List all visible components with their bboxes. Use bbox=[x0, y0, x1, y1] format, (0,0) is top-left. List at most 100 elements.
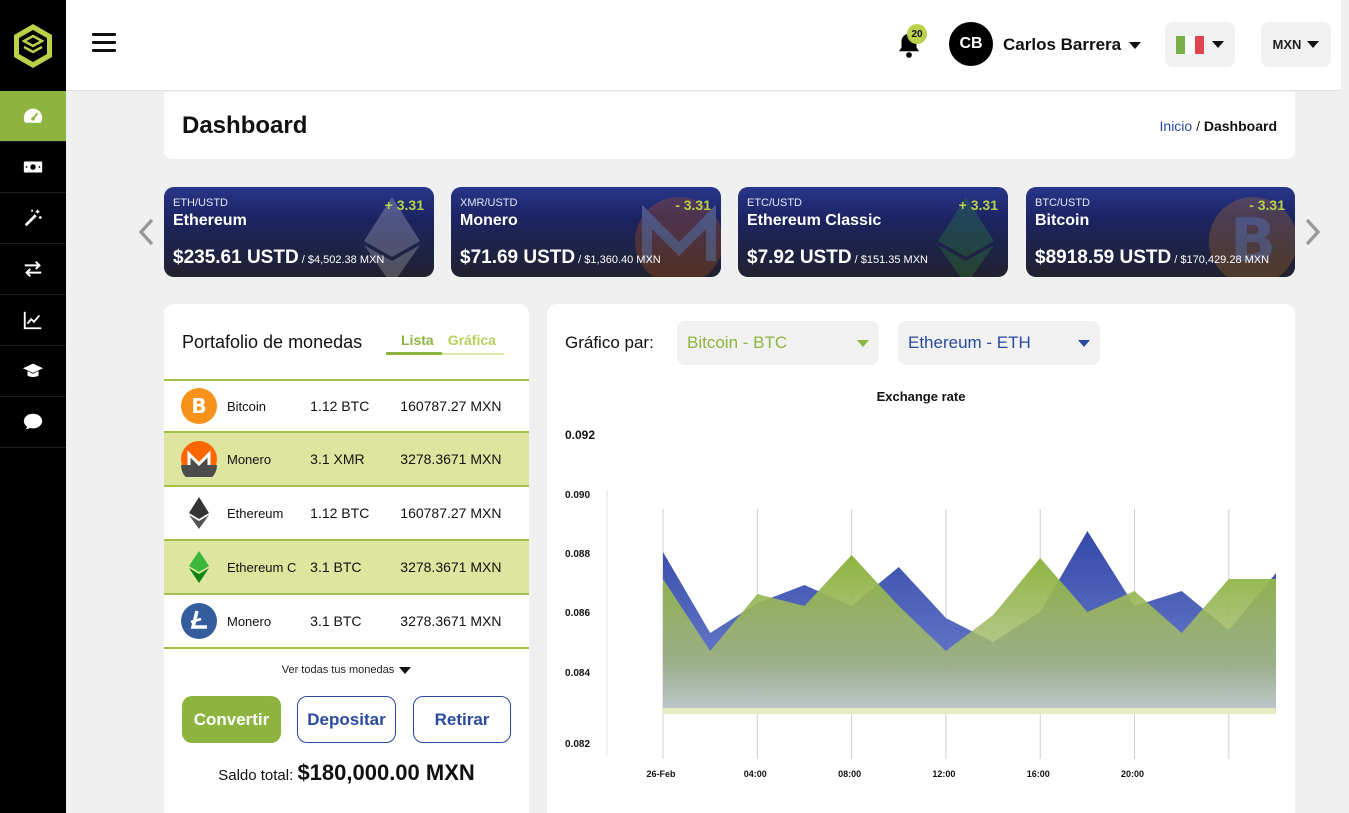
x-tick-label: 08:00 bbox=[838, 769, 861, 779]
withdraw-button[interactable]: Retirar bbox=[413, 696, 511, 743]
list-item[interactable]: Ethereum 1.12 BTC 160787.27 MXN bbox=[164, 487, 529, 541]
chart-baseline bbox=[663, 708, 1276, 714]
tab-chart[interactable]: Gráfica bbox=[441, 332, 504, 355]
currency-label: MXN bbox=[1272, 37, 1302, 52]
money-icon bbox=[23, 161, 43, 173]
ticker-price: $8918.59 USTD / $170,429.28 MXN bbox=[1035, 247, 1269, 269]
chart-title: Exchange rate bbox=[877, 389, 966, 404]
deposit-button[interactable]: Depositar bbox=[297, 696, 396, 743]
coin-amount: 3.1 BTC bbox=[310, 559, 362, 575]
sidebar-item-wallet[interactable] bbox=[0, 142, 66, 193]
coin-amount: 3.1 BTC bbox=[310, 613, 362, 629]
ticker-card-xmr[interactable]: XMR/USTD Monero - 3.31 $71.69 USTD / $1,… bbox=[451, 187, 721, 277]
x-tick-label: 04:00 bbox=[744, 769, 767, 779]
menu-toggle-button[interactable] bbox=[92, 33, 116, 55]
list-item[interactable]: Monero 3.1 XMR 3278.3671 MXN bbox=[164, 433, 529, 487]
litecoin-icon bbox=[181, 603, 217, 639]
ticker-pair: ETH/USTD bbox=[173, 197, 228, 209]
list-item[interactable]: Ethereum C 3.1 BTC 3278.3671 MXN bbox=[164, 541, 529, 595]
sidebar-item-exchange[interactable] bbox=[0, 244, 66, 295]
ethereum-classic-icon bbox=[189, 551, 209, 583]
page-title: Dashboard bbox=[182, 112, 308, 139]
tab-list[interactable]: Lista bbox=[386, 332, 442, 355]
ticker-change: + 3.31 bbox=[958, 197, 998, 213]
bitcoin-icon: B bbox=[181, 388, 217, 424]
ticker-change: + 3.31 bbox=[384, 197, 424, 213]
ticker-name: Monero bbox=[460, 212, 518, 229]
list-item[interactable]: B Bitcoin 1.12 BTC 160787.27 MXN bbox=[164, 379, 529, 433]
chat-bubble-icon bbox=[23, 413, 43, 430]
pair-a-value: Bitcoin - BTC bbox=[687, 333, 788, 352]
sidebar-item-charts[interactable] bbox=[0, 295, 66, 346]
pair-b-select[interactable]: Ethereum - ETH bbox=[898, 321, 1100, 365]
coin-list: B Bitcoin 1.12 BTC 160787.27 MXN Monero … bbox=[164, 379, 529, 649]
portfolio-title: Portafolio de monedas bbox=[182, 332, 363, 352]
ticker-price-mxn: / $4,502.38 MXN bbox=[298, 254, 385, 266]
exchange-chart-card: Gráfico par: Bitcoin - BTC Ethereum - ET… bbox=[547, 304, 1295, 813]
sidebar-item-chat[interactable] bbox=[0, 397, 66, 448]
ticker-price: $235.61 USTD / $4,502.38 MXN bbox=[173, 247, 384, 269]
ticker-card-eth[interactable]: ETH/USTD Ethereum + 3.31 $235.61 USTD / … bbox=[164, 187, 434, 277]
carousel-next-icon[interactable] bbox=[1302, 217, 1322, 247]
balance-amount: $180,000.00 MXN bbox=[297, 760, 475, 785]
user-name: Carlos Barrera bbox=[1003, 35, 1122, 54]
ticker-name: Bitcoin bbox=[1035, 212, 1090, 229]
carousel-prev-icon[interactable] bbox=[137, 217, 157, 247]
y-tick-label: 0.084 bbox=[565, 668, 590, 679]
ticker-change: - 3.31 bbox=[675, 197, 711, 213]
chevron-down-icon bbox=[399, 666, 412, 674]
hexagon-logo-icon bbox=[14, 23, 52, 68]
language-selector[interactable] bbox=[1165, 22, 1235, 67]
list-item[interactable]: Monero 3.1 BTC 3278.3671 MXN bbox=[164, 595, 529, 649]
ticker-pair: BTC/USTD bbox=[1035, 197, 1090, 209]
chart-series-group bbox=[663, 531, 1276, 714]
avatar[interactable]: CB bbox=[949, 22, 993, 66]
notification-badge: 20 bbox=[907, 24, 927, 44]
app-logo[interactable] bbox=[0, 0, 66, 91]
chart-y-ticks: 0.092 0.090 0.088 0.086 0.084 0.082 bbox=[565, 428, 595, 750]
ticker-price-usdt: $71.69 USTD bbox=[460, 247, 576, 268]
ticker-name: Ethereum Classic bbox=[747, 212, 882, 229]
coin-name: Bitcoin bbox=[227, 398, 267, 414]
exchange-arrows-icon bbox=[24, 260, 42, 278]
breadcrumb-home-link[interactable]: Inicio bbox=[1160, 118, 1193, 134]
sidebar-item-dashboard[interactable] bbox=[0, 91, 66, 142]
graduation-cap-icon bbox=[22, 363, 44, 377]
balance-label: Saldo total: bbox=[218, 767, 298, 784]
currency-selector[interactable]: MXN bbox=[1261, 22, 1331, 67]
mexico-flag-icon bbox=[1176, 35, 1204, 54]
ticker-change: - 3.31 bbox=[1249, 197, 1285, 213]
portfolio-view-tabs: Lista Gráfica bbox=[386, 332, 504, 355]
ticker-card-btc[interactable]: B BTC/USTD Bitcoin - 3.31 $8918.59 USTD … bbox=[1026, 187, 1295, 277]
see-all-coins-link[interactable]: Ver todas tus monedas bbox=[164, 664, 529, 676]
chevron-down-icon bbox=[1307, 41, 1320, 48]
breadcrumb-separator: / bbox=[1192, 118, 1204, 134]
ticker-name: Ethereum bbox=[173, 212, 247, 229]
coin-amount: 1.12 BTC bbox=[310, 505, 370, 521]
y-tick-label: 0.082 bbox=[565, 739, 590, 750]
speedometer-icon bbox=[23, 108, 43, 123]
user-menu[interactable]: Carlos Barrera bbox=[1003, 35, 1142, 55]
sidebar-item-academy[interactable] bbox=[0, 346, 66, 397]
convert-button[interactable]: Convertir bbox=[182, 696, 281, 743]
x-tick-label: 12:00 bbox=[932, 769, 955, 779]
sidebar-item-tools[interactable] bbox=[0, 193, 66, 244]
ticker-price-usdt: $7.92 USTD bbox=[747, 247, 852, 268]
coin-name: Monero bbox=[227, 451, 272, 467]
chevron-down-icon bbox=[1129, 41, 1142, 49]
ticker-pair: XMR/USTD bbox=[460, 197, 518, 209]
sidebar bbox=[0, 0, 66, 813]
pair-b-value: Ethereum - ETH bbox=[908, 333, 1031, 352]
ticker-card-etc[interactable]: ETC/USTD Ethereum Classic + 3.31 $7.92 U… bbox=[738, 187, 1008, 277]
x-tick-label: 26-Feb bbox=[646, 769, 676, 779]
y-tick-label: 0.092 bbox=[565, 428, 595, 442]
ethereum-icon bbox=[189, 497, 209, 529]
coin-name: Ethereum bbox=[227, 505, 284, 521]
chevron-down-icon bbox=[1212, 41, 1224, 48]
chart-x-ticks: 26-Feb 04:00 08:00 12:00 16:00 20:00 bbox=[646, 769, 1144, 779]
pair-a-select[interactable]: Bitcoin - BTC bbox=[677, 321, 879, 365]
ticker-price: $7.92 USTD / $151.35 MXN bbox=[747, 247, 928, 269]
ticker-price-mxn: / $1,360.40 MXN bbox=[575, 254, 661, 266]
y-tick-label: 0.090 bbox=[565, 490, 590, 501]
coin-value: 3278.3671 MXN bbox=[400, 559, 502, 575]
